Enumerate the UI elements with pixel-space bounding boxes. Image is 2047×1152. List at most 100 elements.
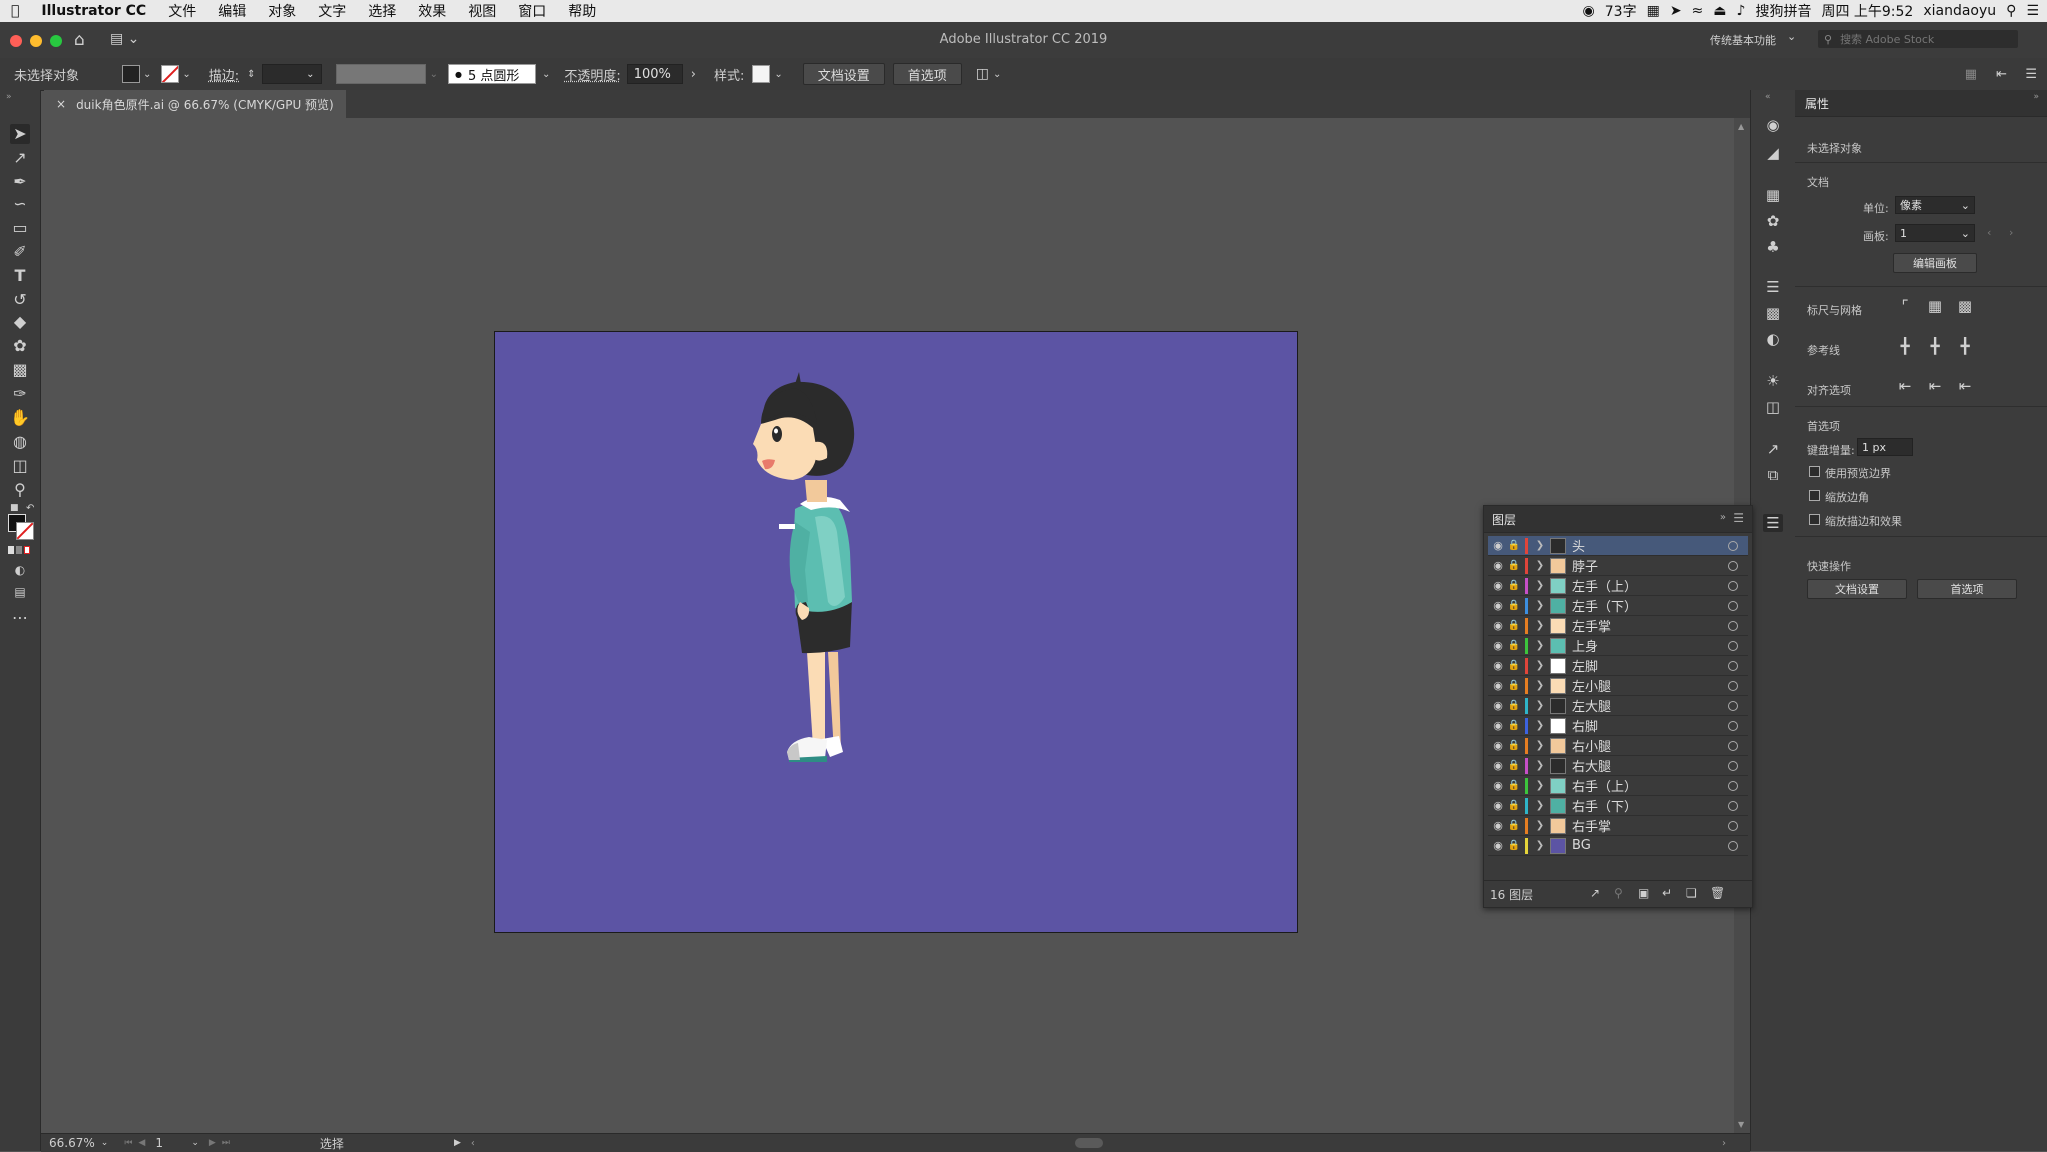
rotate-tool-icon[interactable]: ↺ (10, 290, 30, 310)
draw-mode-icon[interactable]: ◐ (10, 560, 30, 580)
expand-arrow-icon[interactable]: ❯ (1532, 720, 1548, 731)
next-artboard-icon[interactable]: › (2009, 226, 2013, 239)
eject-icon[interactable]: ⏏ (1713, 3, 1726, 19)
layer-row[interactable]: ◉ 🔒 ❯ 左脚 (1488, 656, 1748, 676)
expand-arrow-icon[interactable]: ❯ (1532, 580, 1548, 591)
expand-arrow-icon[interactable]: ❯ (1532, 620, 1548, 631)
quick-document-setup-button[interactable]: 文档设置 (1807, 579, 1907, 599)
eyedropper-tool-icon[interactable]: ✑ (10, 384, 30, 404)
lock-icon[interactable]: 🔒 (1506, 620, 1522, 631)
layer-row[interactable]: ◉ 🔒 ❯ 右大腿 (1488, 756, 1748, 776)
chevron-down-icon[interactable]: ⌄ (191, 1138, 199, 1148)
document-tab[interactable]: × duik角色原件.ai @ 66.67% (CMYK/GPU 预览) (44, 90, 346, 118)
layers-panel-icon[interactable]: ☰ (1763, 514, 1783, 532)
document-setup-button[interactable]: 文档设置 (802, 63, 885, 85)
puppet-warp-tool-icon[interactable]: ✋ (10, 408, 30, 428)
layer-row[interactable]: ◉ 🔒 ❯ 左手（下） (1488, 596, 1748, 616)
expand-arrow-icon[interactable]: ❯ (1532, 820, 1548, 831)
scale-corners-checkbox[interactable] (1809, 490, 1820, 501)
color-mode-icons[interactable] (8, 546, 32, 554)
visibility-eye-icon[interactable]: ◉ (1490, 739, 1506, 752)
menu-window[interactable]: 窗口 (507, 1, 557, 21)
layer-name[interactable]: 脖子 (1572, 556, 1728, 575)
send-icon[interactable]: ➤ (1670, 3, 1682, 19)
lock-icon[interactable]: 🔒 (1506, 640, 1522, 651)
prev-artboard-icon[interactable]: ‹ (1987, 226, 1991, 239)
apple-icon[interactable]:  (0, 3, 30, 19)
layers-tab[interactable]: 图层 (1492, 511, 1516, 528)
lock-icon[interactable]: 🔒 (1506, 560, 1522, 571)
color-panel-icon[interactable]: ◉ (1763, 116, 1783, 134)
visibility-eye-icon[interactable]: ◉ (1490, 539, 1506, 552)
menu-select[interactable]: 选择 (357, 1, 407, 21)
expand-arrow-icon[interactable]: ❯ (1532, 840, 1548, 851)
zoom-tool-icon[interactable]: ⚲ (10, 480, 30, 500)
stroke-color-icon[interactable] (16, 522, 34, 540)
layer-row[interactable]: ◉ 🔒 ❯ 右手（上） (1488, 776, 1748, 796)
wechat-icon[interactable]: ◉ (1583, 3, 1595, 19)
expand-icon[interactable]: « (1765, 92, 1771, 102)
layer-row[interactable]: ◉ 🔒 ❯ 右小腿 (1488, 736, 1748, 756)
spotlight-icon[interactable]: ⚲ (2006, 3, 2016, 19)
align-to-selection-icon[interactable]: ⇤ (1925, 376, 1945, 396)
expand-arrow-icon[interactable]: ❯ (1532, 780, 1548, 791)
visibility-eye-icon[interactable]: ◉ (1490, 839, 1506, 852)
panel-menu-icon[interactable]: ☰ (2025, 67, 2037, 82)
target-circle-icon[interactable] (1728, 780, 1738, 791)
stroke-panel-icon[interactable]: ☰ (1763, 278, 1783, 296)
next-artboard-icon[interactable]: ▶ (209, 1138, 216, 1148)
scroll-down-icon[interactable]: ▼ (1738, 1120, 1744, 1129)
more-tools-icon[interactable]: ⋯ (10, 608, 30, 628)
layer-name[interactable]: 头 (1572, 536, 1728, 555)
visibility-eye-icon[interactable]: ◉ (1490, 819, 1506, 832)
layer-row[interactable]: ◉ 🔒 ❯ BG (1488, 836, 1748, 856)
status-menu-icon[interactable]: ▶ (454, 1138, 461, 1148)
target-circle-icon[interactable] (1728, 760, 1738, 771)
layer-name[interactable]: 左手掌 (1572, 616, 1728, 635)
visibility-eye-icon[interactable]: ◉ (1490, 559, 1506, 572)
shape-builder-tool-icon[interactable]: ✿ (10, 336, 30, 356)
ruler-icon[interactable]: ⌜ (1895, 296, 1915, 316)
last-artboard-icon[interactable]: ⏭ (222, 1138, 230, 1148)
keyboard-increment-field[interactable]: 1 px (1857, 438, 1913, 456)
smart-guides-icon[interactable]: ╋ (1955, 336, 1975, 356)
visibility-eye-icon[interactable]: ◉ (1490, 639, 1506, 652)
opacity-field[interactable]: 100% (626, 64, 683, 84)
lock-icon[interactable]: 🔒 (1506, 760, 1522, 771)
new-layer-icon[interactable]: ❏ (1686, 886, 1697, 900)
graphic-styles-icon[interactable]: ◫ (1763, 398, 1783, 416)
preferences-button[interactable]: 首选项 (892, 63, 962, 85)
color-guide-icon[interactable]: ◢ (1763, 144, 1783, 162)
chevron-right-icon[interactable]: › (691, 67, 696, 82)
gradient-tool-icon[interactable]: ▩ (10, 360, 30, 380)
layer-name[interactable]: 右手掌 (1572, 816, 1728, 835)
layer-row[interactable]: ◉ 🔒 ❯ 上身 (1488, 636, 1748, 656)
pen-tool-icon[interactable]: ✒ (10, 172, 30, 192)
layer-row[interactable]: ◉ 🔒 ❯ 右手掌 (1488, 816, 1748, 836)
target-circle-icon[interactable] (1728, 640, 1738, 651)
target-circle-icon[interactable] (1728, 820, 1738, 831)
symbols-panel-icon[interactable]: ♣ (1763, 238, 1783, 256)
stroke-label[interactable]: 描边: (209, 65, 239, 84)
target-circle-icon[interactable] (1728, 620, 1738, 631)
lock-icon[interactable]: 🔒 (1506, 580, 1522, 591)
transparency-grid-icon[interactable]: ▩ (1955, 296, 1975, 316)
swap-colors-icon[interactable]: ↶ (26, 503, 34, 514)
battery-text[interactable]: 73字 (1605, 1, 1637, 21)
menu-edit[interactable]: 编辑 (207, 1, 257, 21)
first-artboard-icon[interactable]: ⏮ (124, 1138, 132, 1148)
stock-search-input[interactable] (1838, 31, 2003, 47)
target-circle-icon[interactable] (1728, 700, 1738, 711)
lock-icon[interactable]: 🔒 (1506, 820, 1522, 831)
variable-width-profile[interactable] (335, 64, 426, 84)
fill-swatch[interactable] (122, 65, 140, 83)
grid-icon[interactable]: ▦ (1647, 3, 1660, 19)
eraser-tool-icon[interactable]: ◆ (10, 312, 30, 332)
lock-icon[interactable]: 🔒 (1506, 680, 1522, 691)
layer-row[interactable]: ◉ 🔒 ❯ 右脚 (1488, 716, 1748, 736)
export-panel-icon[interactable]: ↗ (1763, 440, 1783, 458)
stroke-swatch[interactable] (161, 65, 180, 83)
expand-arrow-icon[interactable]: ❯ (1532, 760, 1548, 771)
layer-row[interactable]: ◉ 🔒 ❯ 左大腿 (1488, 696, 1748, 716)
menu-file[interactable]: 文件 (157, 1, 207, 21)
